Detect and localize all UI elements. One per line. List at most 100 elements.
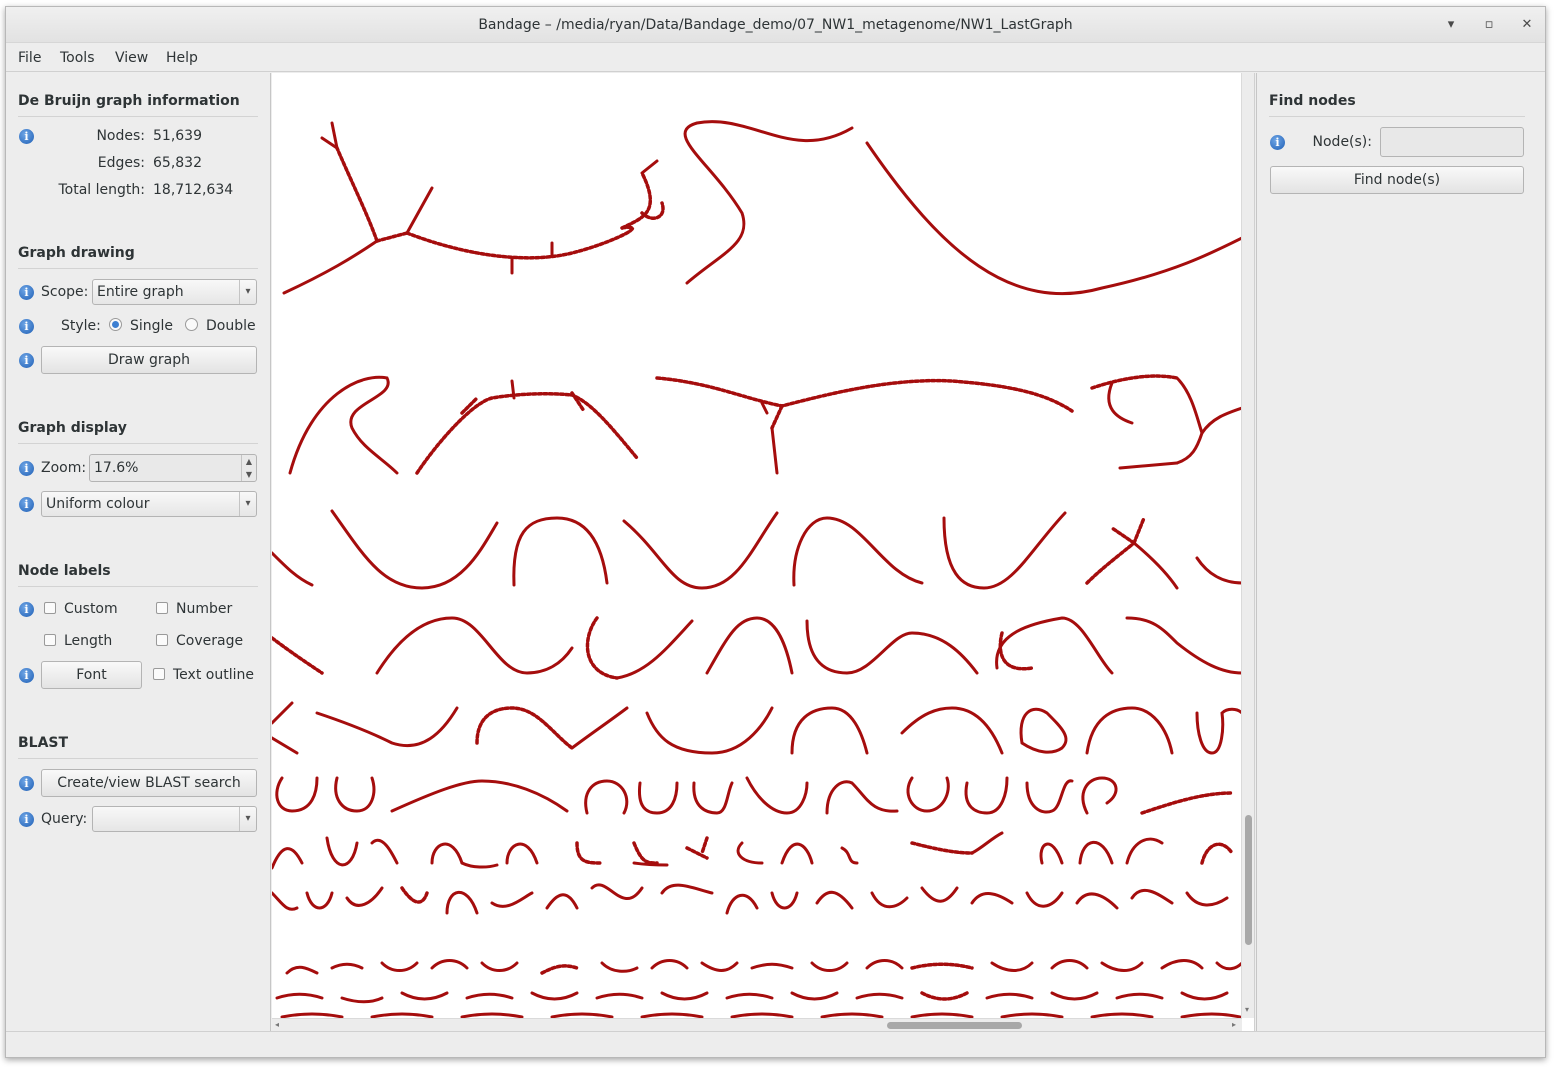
node-segment[interactable] (330, 962, 364, 970)
node-segment[interactable] (792, 516, 924, 587)
node-segment[interactable] (270, 701, 299, 755)
node-segment[interactable] (315, 706, 459, 748)
node-segment[interactable] (460, 1012, 524, 1019)
node-segment[interactable] (550, 1012, 614, 1019)
menu-help[interactable]: Help (166, 50, 198, 66)
node-segment[interactable] (1081, 776, 1118, 815)
node-segment[interactable] (1130, 888, 1174, 905)
node-segment[interactable] (325, 836, 359, 867)
node-segment[interactable] (660, 991, 709, 1001)
node-segment[interactable] (790, 706, 869, 755)
node-segment[interactable] (275, 992, 324, 1000)
node-segment[interactable] (683, 120, 854, 285)
node-segment[interactable] (1160, 959, 1204, 970)
menu-view[interactable]: View (115, 50, 148, 66)
node-segment[interactable] (1125, 837, 1164, 865)
node-segment[interactable] (820, 1012, 884, 1019)
node-segment[interactable] (870, 891, 909, 909)
node-segment[interactable] (985, 992, 1034, 1000)
node-segment[interactable] (1195, 707, 1244, 755)
node-segment[interactable] (615, 619, 694, 680)
node-segment[interactable] (1180, 1012, 1242, 1019)
node-segment[interactable] (1090, 1012, 1154, 1019)
node-segment[interactable] (910, 841, 974, 855)
title-bar[interactable]: Bandage – /media/ryan/Data/Bandage_demo/… (6, 7, 1545, 43)
node-segment[interactable] (632, 861, 669, 867)
node-component-large-2[interactable] (415, 379, 639, 475)
menu-file[interactable]: File (18, 50, 41, 66)
menu-tools[interactable]: Tools (60, 50, 95, 66)
node-segment[interactable] (1000, 1012, 1064, 1019)
info-icon[interactable]: i (19, 668, 34, 683)
node-segment[interactable] (1039, 842, 1064, 865)
node-segment[interactable] (692, 781, 734, 815)
node-segment[interactable] (1140, 791, 1234, 815)
node-segment[interactable] (285, 965, 319, 975)
node-segment[interactable] (530, 991, 579, 1001)
node-segment[interactable] (480, 961, 519, 972)
number-label[interactable]: Number (176, 601, 232, 617)
node-segment[interactable] (288, 375, 399, 475)
node-segment[interactable] (730, 1012, 794, 1019)
node-segment[interactable] (825, 780, 899, 815)
length-checkbox[interactable] (44, 634, 56, 646)
node-segment[interactable] (865, 959, 904, 970)
node-segment[interactable] (584, 779, 629, 815)
text-outline-label[interactable]: Text outline (173, 667, 254, 683)
node-segment[interactable] (460, 861, 499, 869)
node-segment[interactable] (400, 886, 429, 904)
node-segment[interactable] (1025, 891, 1064, 908)
node-segment[interactable] (855, 992, 904, 1000)
node-segment[interactable] (340, 996, 384, 1004)
node-segment[interactable] (1195, 556, 1244, 585)
node-segment[interactable] (345, 886, 384, 907)
find-nodes-button[interactable]: Find node(s) (1270, 166, 1524, 194)
node-segment[interactable] (1125, 616, 1244, 675)
node-segment[interactable] (622, 511, 779, 590)
node-segment[interactable] (575, 841, 604, 865)
node-segment[interactable] (380, 961, 419, 972)
node-segment[interactable] (645, 706, 774, 755)
graph-drawing[interactable] (270, 73, 1244, 1019)
node-segment[interactable] (375, 616, 574, 675)
spin-down-icon[interactable]: ▼ (241, 468, 256, 481)
node-segment[interactable] (1019, 707, 1068, 754)
node-segment[interactable] (970, 892, 1014, 905)
node-segment[interactable] (1215, 961, 1244, 971)
node-segment[interactable] (865, 141, 1244, 296)
info-icon[interactable]: i (19, 353, 34, 368)
node-segment[interactable] (400, 991, 449, 1001)
node-segment[interactable] (964, 776, 1009, 815)
font-button[interactable]: Font (41, 661, 142, 689)
node-segment[interactable] (465, 992, 514, 1000)
maximize-button[interactable]: ▫ (1479, 15, 1499, 35)
node-segment[interactable] (725, 894, 759, 915)
node-segment[interactable] (1085, 706, 1174, 755)
coverage-checkbox[interactable] (156, 634, 168, 646)
horizontal-scroll-thumb[interactable] (887, 1022, 1022, 1029)
node-segment[interactable] (1050, 959, 1089, 970)
node-segment[interactable] (770, 891, 799, 910)
node-component-large-3[interactable] (655, 376, 1074, 475)
zoom-spinbox[interactable]: 17.6% ▲ ▼ (89, 454, 257, 482)
node-segment[interactable] (1075, 892, 1119, 910)
info-icon[interactable]: i (19, 812, 34, 827)
node-segment[interactable] (910, 962, 974, 970)
colour-scheme-select[interactable]: Uniform colour ▾ (41, 491, 257, 517)
node-segment[interactable] (1050, 991, 1099, 1001)
info-icon[interactable]: i (19, 776, 34, 791)
graph-canvas[interactable]: ▾ ◂ ▸ (270, 73, 1255, 1031)
node-segment[interactable] (1115, 992, 1164, 1000)
node-segment[interactable] (1025, 779, 1074, 814)
style-single-radio[interactable] (109, 318, 122, 331)
custom-checkbox[interactable] (44, 602, 56, 614)
minimize-button[interactable]: ▾ (1441, 15, 1461, 35)
node-segment[interactable] (700, 961, 739, 972)
node-segment[interactable] (570, 706, 629, 750)
node-segment[interactable] (1180, 991, 1229, 1001)
node-segment[interactable] (900, 706, 1004, 755)
node-segment[interactable] (685, 836, 709, 860)
node-segment[interactable] (995, 616, 1114, 675)
node-segment[interactable] (920, 991, 969, 1001)
length-label[interactable]: Length (64, 633, 112, 649)
